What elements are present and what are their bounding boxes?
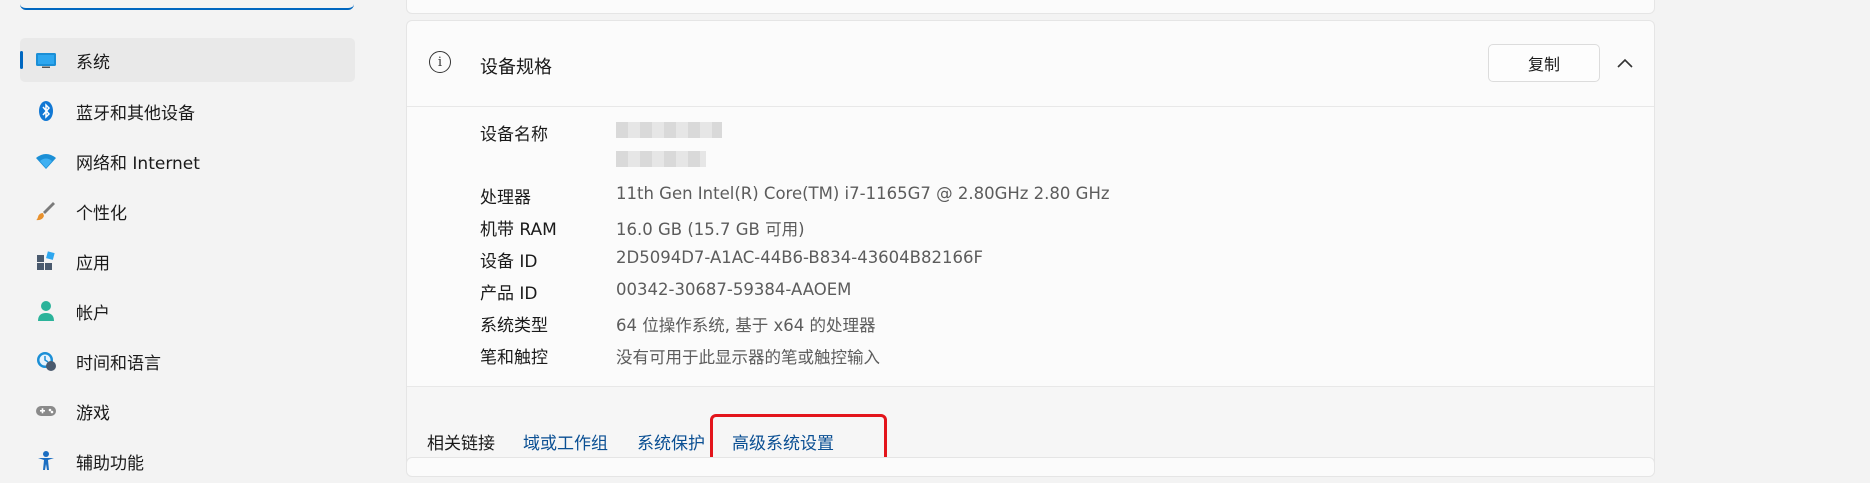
link-system-protection[interactable]: 系统保护 <box>637 429 705 454</box>
related-links-bar: 相关链接 域或工作组 系统保护 高级系统设置 <box>407 386 1654 467</box>
gamepad-icon <box>34 399 58 423</box>
search-box-edge[interactable] <box>20 0 354 10</box>
spec-label-processor: 处理器 <box>480 188 531 208</box>
wifi-icon <box>34 149 58 173</box>
copy-button[interactable]: 复制 <box>1488 44 1600 82</box>
sidebar-item-system[interactable]: 系统 <box>20 38 355 82</box>
sidebar-item-label: 游戏 <box>76 403 110 424</box>
sidebar-item-personalization[interactable]: 个性化 <box>20 189 355 233</box>
device-specs-header[interactable]: i 设备规格 复制 <box>407 21 1654 107</box>
spec-value-ram: 16.0 GB (15.7 GB 可用) <box>616 220 805 239</box>
apps-icon <box>34 249 58 273</box>
previous-card <box>406 0 1655 14</box>
sidebar-item-label: 时间和语言 <box>76 353 161 374</box>
device-name-redacted <box>616 122 722 138</box>
sidebar-item-label: 网络和 Internet <box>76 153 200 174</box>
spec-label-product-id: 产品 ID <box>480 284 538 304</box>
sidebar-item-label: 个性化 <box>76 203 127 224</box>
device-specs-title: 设备规格 <box>480 57 552 78</box>
sidebar-item-label: 蓝牙和其他设备 <box>76 103 195 124</box>
chevron-up-icon[interactable] <box>1610 49 1640 77</box>
sidebar-item-label: 辅助功能 <box>76 453 144 474</box>
sidebar-item-time-language[interactable]: 时间和语言 <box>20 339 355 383</box>
spec-value-processor: 11th Gen Intel(R) Core(TM) i7-1165G7 @ 2… <box>616 184 1110 203</box>
time-language-icon <box>34 349 58 373</box>
bluetooth-icon <box>34 99 58 123</box>
sidebar-item-apps[interactable]: 应用 <box>20 239 355 283</box>
account-icon <box>34 299 58 323</box>
spec-label-pen-touch: 笔和触控 <box>480 348 548 368</box>
paintbrush-icon <box>34 199 58 223</box>
device-name-redacted-2 <box>616 151 706 167</box>
spec-label-ram: 机带 RAM <box>480 220 557 240</box>
sidebar-item-bluetooth[interactable]: 蓝牙和其他设备 <box>20 89 355 133</box>
spec-value-device-id: 2D5094D7-A1AC-44B6-B834-43604B82166F <box>616 248 983 267</box>
spec-value-pen-touch: 没有可用于此显示器的笔或触控输入 <box>616 348 880 367</box>
sidebar-item-label: 应用 <box>76 253 110 274</box>
spec-value-system-type: 64 位操作系统, 基于 x64 的处理器 <box>616 316 876 335</box>
sidebar-item-accessibility[interactable]: 辅助功能 <box>20 439 355 483</box>
related-links-label: 相关链接 <box>427 434 495 454</box>
link-domain-workgroup[interactable]: 域或工作组 <box>523 429 608 454</box>
next-card <box>406 457 1655 477</box>
sidebar-item-label: 系统 <box>76 52 110 73</box>
spec-label-system-type: 系统类型 <box>480 316 548 336</box>
spec-label-device-id: 设备 ID <box>480 252 538 272</box>
info-icon: i <box>429 51 451 73</box>
sidebar-item-label: 帐户 <box>76 303 110 324</box>
spec-value-product-id: 00342-30687-59384-AAOEM <box>616 280 852 299</box>
device-specs-card: i 设备规格 复制 设备名称 处理器 11th Gen Intel(R) Cor… <box>406 20 1655 468</box>
sidebar-item-gaming[interactable]: 游戏 <box>20 389 355 433</box>
sidebar-item-accounts[interactable]: 帐户 <box>20 289 355 333</box>
sidebar-item-network[interactable]: 网络和 Internet <box>20 139 355 183</box>
monitor-icon <box>34 48 58 72</box>
spec-label-device-name: 设备名称 <box>480 125 548 145</box>
accessibility-icon <box>34 449 58 473</box>
sidebar: 系统 蓝牙和其他设备 网络和 Internet 个性化 应用 帐户 时间和语言 … <box>0 0 380 474</box>
